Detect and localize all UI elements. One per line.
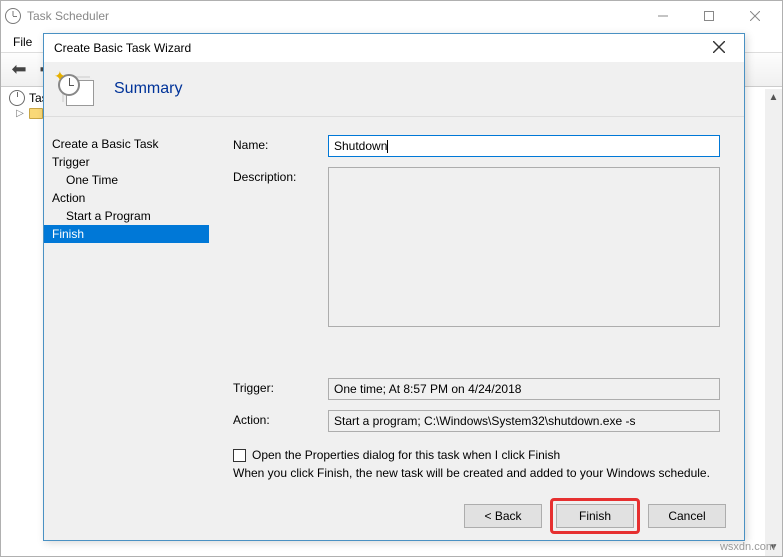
sidebar-item-action[interactable]: Action bbox=[44, 189, 209, 207]
close-button[interactable] bbox=[732, 1, 778, 31]
clock-icon bbox=[5, 8, 21, 24]
dialog-title: Create Basic Task Wizard bbox=[54, 41, 191, 55]
dialog-content: Name: Shutdown Description: Trigger: One… bbox=[209, 117, 744, 492]
scroll-track[interactable] bbox=[765, 106, 782, 539]
window-title: Task Scheduler bbox=[27, 9, 109, 23]
calendar-clock-icon: ✦ bbox=[60, 72, 94, 106]
dialog-header: ✦ Summary bbox=[44, 62, 744, 117]
text-cursor bbox=[387, 140, 388, 153]
right-scrollbar[interactable]: ▲ ▼ bbox=[765, 89, 782, 556]
name-input[interactable]: Shutdown bbox=[328, 135, 720, 157]
task-scheduler-window: Task Scheduler File ⬅ ➡ Tas ▷ ▲ ▼ bbox=[0, 0, 783, 557]
name-label: Name: bbox=[233, 135, 328, 152]
action-label: Action: bbox=[233, 410, 328, 427]
action-row: Action: Start a program; C:\Windows\Syst… bbox=[233, 410, 720, 432]
name-value: Shutdown bbox=[334, 139, 387, 153]
maximize-button[interactable] bbox=[686, 1, 732, 31]
window-controls bbox=[640, 1, 778, 31]
cancel-button[interactable]: Cancel bbox=[648, 504, 726, 528]
description-label: Description: bbox=[233, 167, 328, 184]
dialog-titlebar: Create Basic Task Wizard bbox=[44, 34, 744, 62]
dialog-close-button[interactable] bbox=[704, 40, 734, 56]
name-row: Name: Shutdown bbox=[233, 135, 720, 157]
sidebar-item-create[interactable]: Create a Basic Task bbox=[44, 135, 209, 153]
wizard-dialog: Create Basic Task Wizard ✦ Summary Creat… bbox=[43, 33, 745, 541]
sidebar-item-trigger[interactable]: Trigger bbox=[44, 153, 209, 171]
back-arrow-icon[interactable]: ⬅ bbox=[7, 58, 31, 82]
sidebar-item-startprogram[interactable]: Start a Program bbox=[44, 207, 209, 225]
clock-icon bbox=[9, 90, 25, 106]
finish-highlight: Finish bbox=[550, 498, 640, 534]
trigger-label: Trigger: bbox=[233, 378, 328, 395]
trigger-row: Trigger: One time; At 8:57 PM on 4/24/20… bbox=[233, 378, 720, 400]
open-properties-checkbox[interactable] bbox=[233, 449, 246, 462]
finish-button[interactable]: Finish bbox=[556, 504, 634, 528]
scroll-up-icon[interactable]: ▲ bbox=[765, 89, 782, 106]
open-properties-row: Open the Properties dialog for this task… bbox=[233, 448, 720, 462]
description-input[interactable] bbox=[328, 167, 720, 327]
expand-caret-icon[interactable]: ▷ bbox=[15, 108, 25, 119]
sidebar-item-finish[interactable]: Finish bbox=[44, 225, 209, 243]
sidebar-item-onetime[interactable]: One Time bbox=[44, 171, 209, 189]
dialog-heading: Summary bbox=[114, 80, 182, 98]
dialog-body: Create a Basic Task Trigger One Time Act… bbox=[44, 117, 744, 492]
back-button[interactable]: < Back bbox=[464, 504, 542, 528]
minimize-button[interactable] bbox=[640, 1, 686, 31]
folder-icon bbox=[29, 108, 43, 119]
hint-text: When you click Finish, the new task will… bbox=[233, 466, 720, 480]
watermark: wsxdn.com bbox=[720, 541, 775, 553]
description-row: Description: bbox=[233, 167, 720, 327]
file-menu[interactable]: File bbox=[5, 33, 40, 51]
dialog-footer: < Back Finish Cancel bbox=[44, 492, 744, 540]
wizard-sidebar: Create a Basic Task Trigger One Time Act… bbox=[44, 117, 209, 492]
trigger-value: One time; At 8:57 PM on 4/24/2018 bbox=[328, 378, 720, 400]
action-value: Start a program; C:\Windows\System32\shu… bbox=[328, 410, 720, 432]
open-properties-label: Open the Properties dialog for this task… bbox=[252, 448, 560, 462]
main-titlebar: Task Scheduler bbox=[1, 1, 782, 31]
